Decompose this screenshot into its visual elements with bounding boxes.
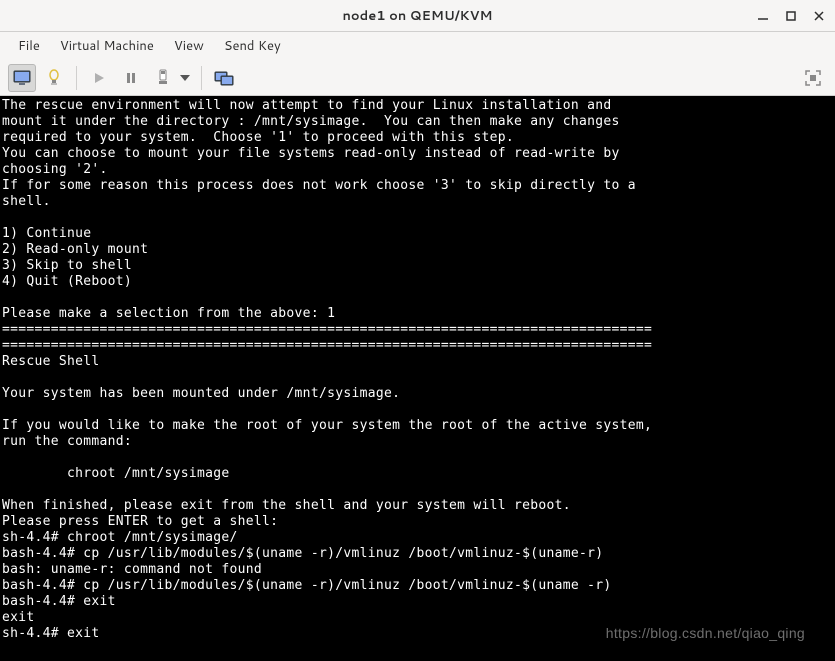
fullscreen-button[interactable] — [799, 64, 827, 92]
info-button[interactable] — [40, 64, 68, 92]
console-button[interactable] — [8, 64, 36, 92]
terminal[interactable]: The rescue environment will now attempt … — [0, 96, 835, 661]
minimize-button[interactable] — [755, 8, 771, 24]
toolbar-separator-2 — [201, 66, 202, 90]
menu-file[interactable]: File — [8, 33, 50, 59]
window-title: node1 on QEMU/KVM — [343, 7, 493, 25]
titlebar: node1 on QEMU/KVM — [0, 0, 835, 32]
menu-view[interactable]: View — [164, 33, 214, 59]
toolbar-right — [799, 64, 827, 92]
snapshot-button[interactable] — [210, 64, 238, 92]
window-controls — [755, 8, 827, 24]
toolbar — [0, 60, 835, 96]
menubar: File Virtual Machine View Send Key — [0, 32, 835, 60]
watermark: https://blog.csdn.net/qiao_qing — [606, 625, 805, 641]
pause-button[interactable] — [117, 64, 145, 92]
play-button[interactable] — [85, 64, 113, 92]
menu-virtual-machine[interactable]: Virtual Machine — [50, 33, 164, 59]
shutdown-button[interactable] — [149, 64, 177, 92]
toolbar-separator — [76, 66, 77, 90]
terminal-content: The rescue environment will now attempt … — [2, 98, 652, 641]
close-button[interactable] — [811, 8, 827, 24]
maximize-button[interactable] — [783, 8, 799, 24]
shutdown-dropdown-arrow[interactable] — [177, 64, 193, 92]
shutdown-dropdown[interactable] — [149, 64, 193, 92]
menu-send-key[interactable]: Send Key — [214, 33, 291, 59]
